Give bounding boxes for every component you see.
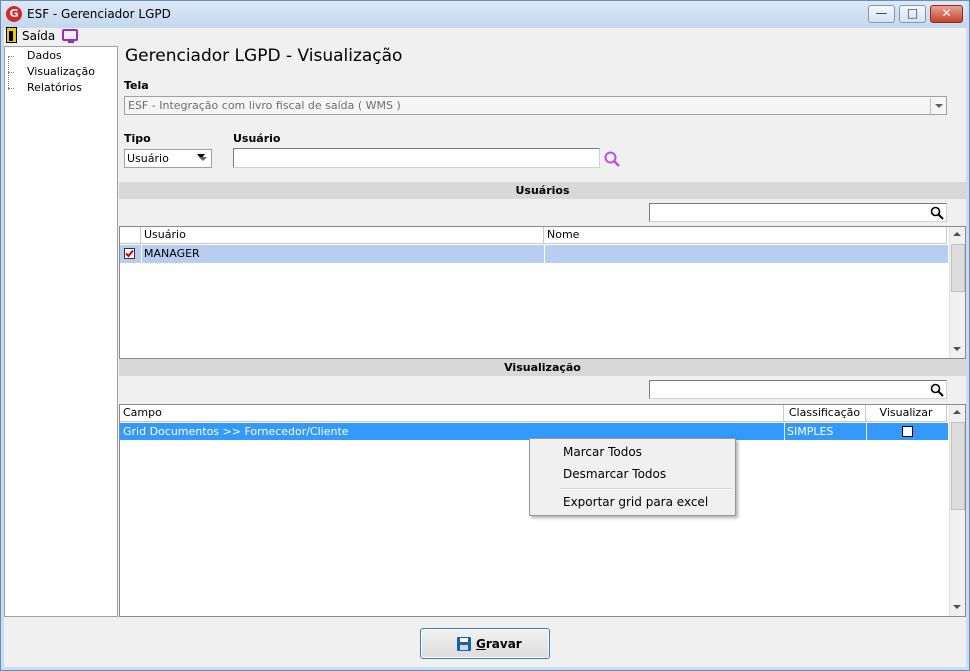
search-icon[interactable] [930, 206, 944, 220]
cell-divider [141, 245, 142, 263]
menu-exit[interactable]: Saída [22, 29, 55, 43]
scroll-down-icon[interactable] [950, 600, 966, 616]
cell-classificacao: SIMPLES [787, 425, 834, 438]
visualizacao-scrollbar[interactable] [949, 405, 965, 616]
usuario-label: Usuário [233, 132, 281, 145]
tree-connector [8, 57, 9, 90]
exit-door-icon[interactable] [6, 27, 17, 43]
grid-header-usuario[interactable]: Usuário [141, 227, 544, 244]
app-logo-icon: G [6, 6, 22, 22]
tree-item-relatorios[interactable]: Relatórios [27, 81, 82, 94]
chevron-down-icon[interactable] [930, 98, 946, 114]
usuarios-grid[interactable]: Usuário Nome MANAGER [119, 226, 966, 359]
tela-select-value: ESF - Integração com livro fiscal de saí… [128, 99, 401, 112]
scroll-down-icon[interactable] [950, 342, 966, 358]
usuarios-section-header: Usuários [119, 182, 966, 199]
grid-header-visualizar[interactable]: Visualizar [866, 405, 947, 422]
tree-connector [8, 88, 14, 89]
table-row[interactable]: MANAGER [120, 245, 948, 263]
cell-divider [544, 245, 545, 263]
chevron-down-icon[interactable] [195, 151, 211, 167]
grid-header-classificacao[interactable]: Classificação [784, 405, 866, 422]
maximize-button[interactable]: □ [899, 5, 926, 23]
grid-header-nome[interactable]: Nome [544, 227, 947, 244]
context-menu: Marcar Todos Desmarcar Todos Exportar gr… [529, 438, 736, 516]
visualizar-checkbox[interactable] [902, 426, 913, 437]
tree-item-visualizacao[interactable]: Visualização [27, 65, 95, 78]
tipo-select-value: Usuário [127, 152, 169, 165]
scroll-up-icon[interactable] [950, 405, 966, 421]
minimize-button[interactable]: — [868, 5, 895, 23]
checkmark-icon [125, 249, 134, 258]
cell-usuario: MANAGER [144, 247, 200, 260]
ctx-desmarcar-todos[interactable]: Desmarcar Todos [563, 467, 666, 481]
grid-header-check [120, 227, 141, 244]
scroll-thumb[interactable] [951, 244, 965, 292]
row-checkbox[interactable] [124, 248, 135, 259]
tree-connector [8, 72, 14, 73]
scroll-up-icon[interactable] [950, 227, 966, 243]
menu-separator [560, 488, 732, 490]
tela-label: Tela [124, 79, 149, 92]
ctx-marcar-todos[interactable]: Marcar Todos [563, 445, 642, 459]
save-button-label: Gravar [476, 637, 522, 651]
floppy-disk-icon [457, 637, 471, 651]
visualizacao-section-header: Visualização [119, 359, 966, 376]
tree-item-dados[interactable]: Dados [27, 49, 62, 62]
visualizacao-search-input[interactable] [649, 380, 947, 399]
tela-select[interactable]: ESF - Integração com livro fiscal de saí… [124, 96, 947, 115]
save-button[interactable]: Gravar [420, 628, 550, 659]
close-button[interactable]: ✕ [930, 5, 963, 23]
cell-campo: Grid Documentos >> Fornecedor/Cliente [123, 425, 349, 438]
search-icon[interactable] [604, 151, 622, 167]
search-icon[interactable] [930, 383, 944, 397]
scroll-thumb[interactable] [951, 422, 965, 510]
ctx-exportar-excel[interactable]: Exportar grid para excel [563, 495, 708, 509]
page-title: Gerenciador LGPD - Visualização [125, 46, 403, 66]
cell-divider [784, 423, 785, 440]
chevron-glyph [197, 154, 205, 159]
cell-divider [866, 423, 867, 440]
usuarios-search-input[interactable] [649, 203, 947, 222]
tipo-label: Tipo [124, 132, 151, 145]
usuario-input[interactable] [233, 148, 600, 168]
tree-connector [8, 56, 14, 57]
grid-header-campo[interactable]: Campo [120, 405, 784, 422]
tipo-select[interactable]: Usuário [124, 149, 212, 168]
window-title: ESF - Gerenciador LGPD [27, 7, 171, 21]
monitor-icon[interactable] [62, 29, 78, 43]
menu-bar [4, 28, 966, 46]
navigation-tree [4, 46, 118, 617]
usuarios-scrollbar[interactable] [949, 227, 965, 358]
